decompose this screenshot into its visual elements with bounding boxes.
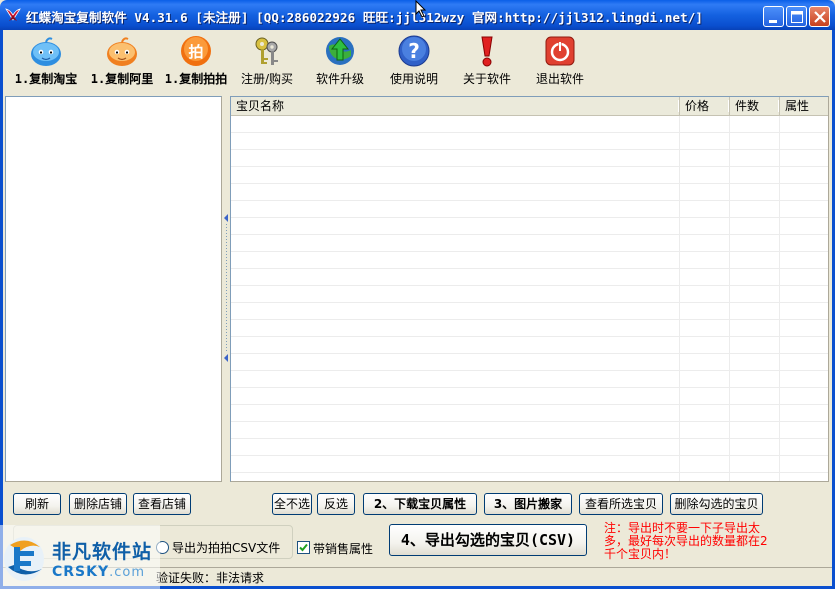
toolbar-label: 1.复制阿里: [90, 72, 154, 86]
splitter-grip: [226, 224, 227, 352]
shop-list-panel[interactable]: [5, 96, 222, 482]
splitter-left-arrow-icon[interactable]: [224, 354, 229, 362]
exclamation-icon: [481, 36, 493, 67]
column-divider: [729, 116, 730, 481]
mouse-cursor-icon: [415, 0, 427, 18]
toolbar-label: 1.复制淘宝: [14, 72, 78, 86]
toolbar-label: 使用说明: [389, 72, 438, 86]
toolbar-label: 1.复制拍拍: [164, 72, 228, 86]
copy-taobao-button[interactable]: 1.复制淘宝: [10, 34, 82, 87]
export-csv-button[interactable]: 4、导出勾选的宝贝(CSV): [389, 524, 587, 556]
maximize-button[interactable]: [786, 6, 807, 27]
grid-header: 宝贝名称 价格 件数 属性: [231, 97, 828, 116]
view-selected-button[interactable]: 查看所选宝贝: [579, 493, 663, 515]
register-buy-button[interactable]: 注册/购买: [236, 34, 298, 87]
upgrade-icon: [326, 37, 354, 65]
refresh-button[interactable]: 刷新: [13, 493, 61, 515]
delete-checked-button[interactable]: 删除勾选的宝贝: [670, 493, 763, 515]
svg-text:拍: 拍: [188, 43, 203, 61]
maximize-icon: [791, 11, 803, 23]
about-button[interactable]: 关于软件: [456, 34, 518, 87]
toolbar-label: 软件升级: [315, 72, 364, 86]
exit-button[interactable]: 退出软件: [529, 34, 591, 87]
grid-body[interactable]: [231, 116, 828, 481]
svg-text:?: ?: [408, 39, 420, 63]
product-grid[interactable]: 宝贝名称 价格 件数 属性: [230, 96, 829, 482]
watermark-en-suffix: .com: [109, 565, 146, 580]
close-button[interactable]: [809, 6, 830, 27]
keys-icon: [255, 37, 278, 65]
toolbar-label: 退出软件: [535, 72, 584, 86]
paipai-icon: 拍: [181, 36, 211, 66]
close-icon: [814, 11, 826, 23]
copy-paipai-button[interactable]: 拍 1.复制拍拍: [160, 34, 232, 87]
export-paipai-label[interactable]: 导出为拍拍CSV文件: [172, 539, 280, 556]
export-note: 注：导出时不要一下子导出太多，最好每次导出的数量都在2千个宝贝内！: [604, 521, 768, 561]
upgrade-button[interactable]: 软件升级: [309, 34, 371, 87]
with-sales-attr-checkbox[interactable]: [297, 541, 310, 554]
column-header-price[interactable]: 价格: [680, 97, 730, 116]
help-icon: ?: [398, 35, 430, 67]
invert-selection-button[interactable]: 反选: [317, 493, 355, 515]
copy-alibaba-button[interactable]: 1.复制阿里: [86, 34, 158, 87]
status-text: 验证失败：非法请求: [156, 571, 265, 585]
column-header-name[interactable]: 宝贝名称: [231, 97, 680, 116]
toolbar-label: 关于软件: [462, 72, 511, 86]
splitter-left-arrow-icon[interactable]: [224, 214, 229, 222]
alibaba-icon: [107, 37, 137, 66]
minimize-button[interactable]: [763, 6, 784, 27]
delete-shop-button[interactable]: 删除店铺: [69, 493, 127, 515]
checkmark-icon: [299, 543, 308, 552]
taobao-icon: [31, 37, 61, 66]
toolbar-label: 注册/购买: [240, 72, 294, 86]
with-sales-attr-label[interactable]: 带销售属性: [313, 540, 373, 557]
butterfly-logo-icon: [5, 8, 21, 21]
watermark-text-en: CRSKY.com: [52, 564, 145, 580]
select-none-button[interactable]: 全不选: [272, 493, 312, 515]
column-divider: [679, 116, 680, 481]
watermark-en-main: CRSKY: [52, 564, 110, 580]
view-shop-button[interactable]: 查看店铺: [133, 493, 191, 515]
window-title: 红蝶淘宝复制软件 V4.31.6 [未注册] [QQ:286022926 旺旺:…: [26, 10, 704, 25]
move-images-button[interactable]: 3、图片搬家: [484, 493, 572, 515]
power-icon: [545, 36, 575, 66]
minimize-icon: [769, 20, 777, 23]
download-attributes-button[interactable]: 2、下载宝贝属性: [363, 493, 477, 515]
usage-guide-button[interactable]: ? 使用说明: [383, 34, 445, 87]
column-header-quantity[interactable]: 件数: [730, 97, 780, 116]
column-header-attributes[interactable]: 属性: [780, 97, 828, 116]
column-divider: [779, 116, 780, 481]
watermark-text-cn: 非凡软件站: [52, 541, 153, 563]
